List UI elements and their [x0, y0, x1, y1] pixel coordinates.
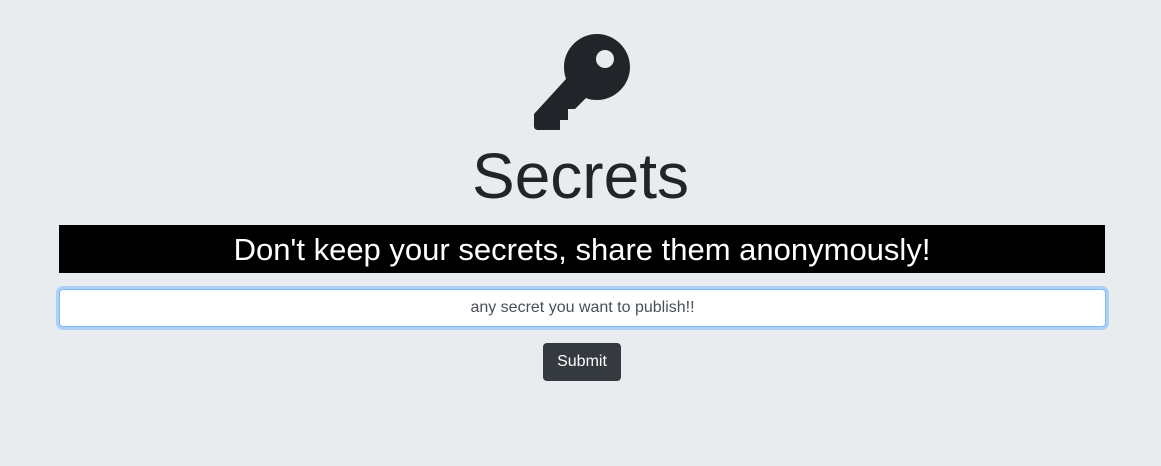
submit-button[interactable]: Submit [543, 343, 621, 381]
secret-input[interactable] [59, 289, 1106, 327]
page: Secrets Don't keep your secrets, share t… [0, 0, 1161, 466]
tagline-banner: Don't keep your secrets, share them anon… [59, 225, 1105, 273]
page-title: Secrets [472, 140, 689, 212]
key-icon [534, 34, 630, 130]
